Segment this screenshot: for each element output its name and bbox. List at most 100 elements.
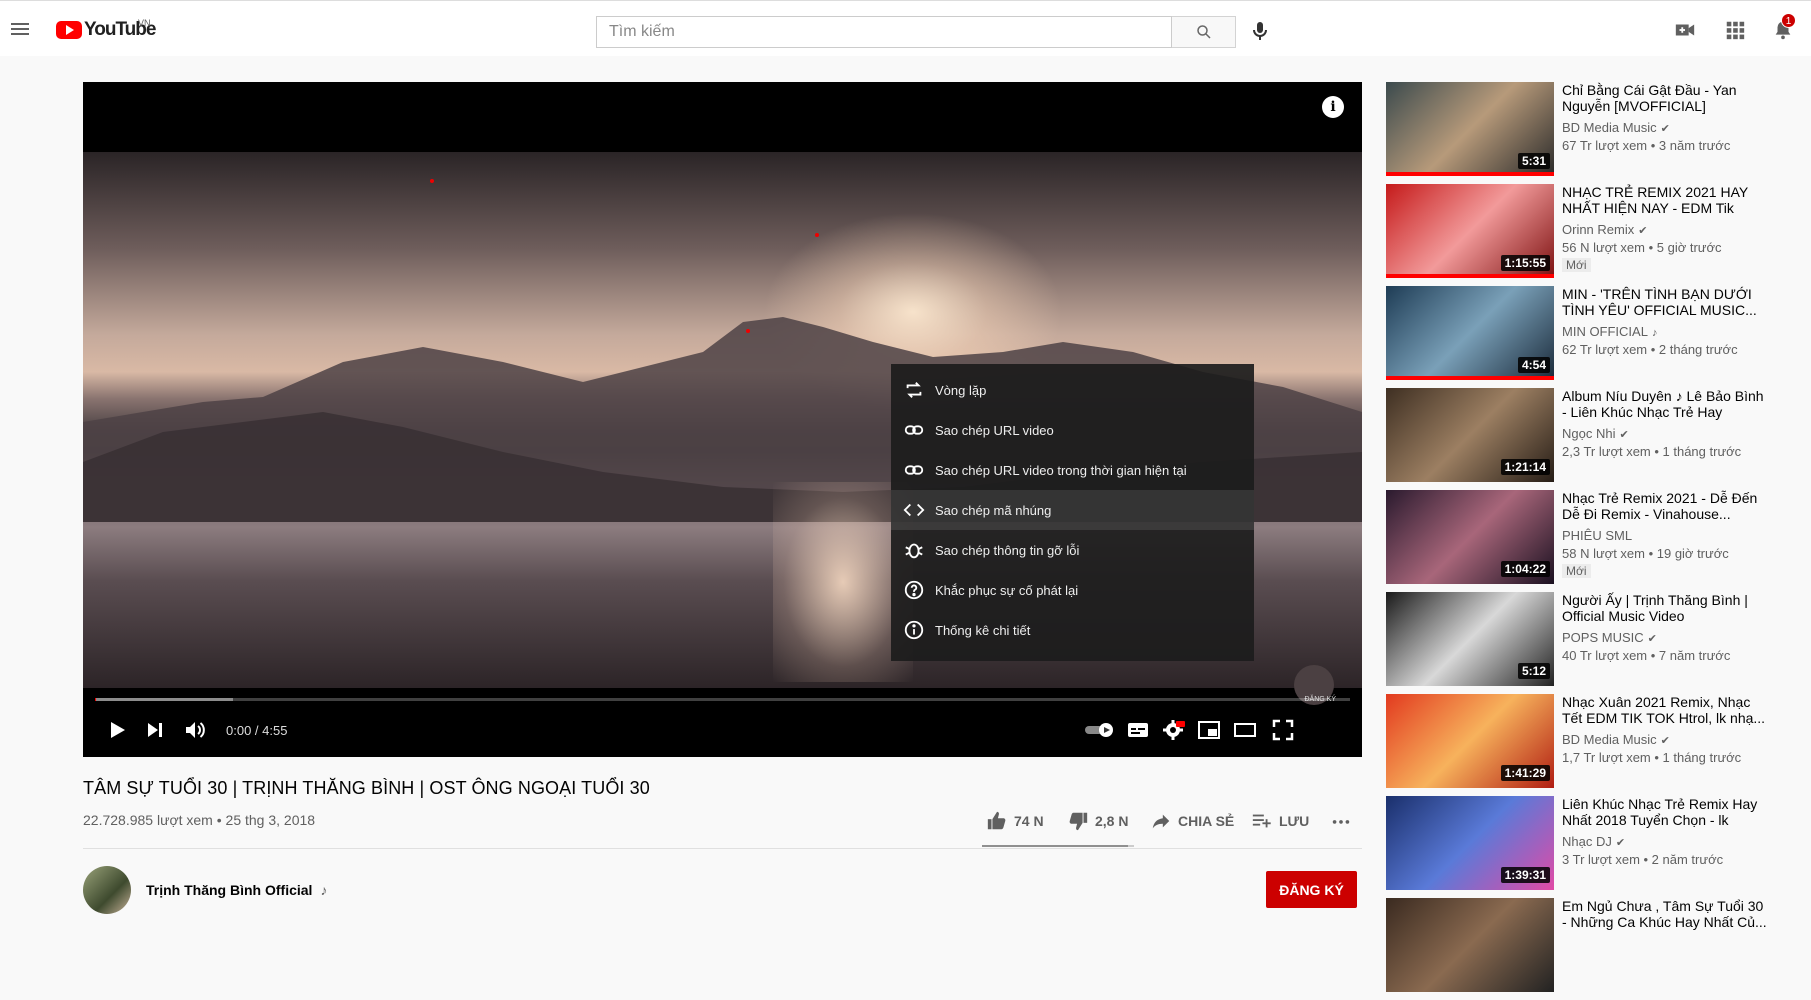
like-button[interactable]: 74 N <box>986 810 1044 832</box>
mute-button[interactable] <box>183 718 207 742</box>
recommendation-channel[interactable]: BD Media Music ✔ <box>1562 120 1670 135</box>
recommendation-title[interactable]: NHẠC TRẺ REMIX 2021 HAY NHẤT HIỆN NAY - … <box>1562 184 1767 216</box>
recommendation-channel[interactable]: POPS MUSIC ✔ <box>1562 630 1657 645</box>
recommendation-thumbnail[interactable] <box>1386 898 1554 992</box>
recommendation-channel[interactable]: MIN OFFICIAL ♪ <box>1562 324 1657 339</box>
recommendation-title[interactable]: Chỉ Bằng Cái Gật Đầu - Yan Nguyễn [MVOFF… <box>1562 82 1767 114</box>
recommendation-item[interactable]: 5:31 Chỉ Bằng Cái Gật Đầu - Yan Nguyễn [M… <box>1386 82 1796 184</box>
next-button[interactable] <box>143 718 167 742</box>
share-button[interactable]: CHIA SẺ <box>1150 810 1234 832</box>
recommendations-list: 5:31 Chỉ Bằng Cái Gật Đầu - Yan Nguyễn [M… <box>1386 82 1796 1000</box>
context-menu-label: Thống kê chi tiết <box>935 622 1031 638</box>
microphone-icon <box>1253 22 1267 40</box>
recommendation-thumbnail[interactable]: 1:39:31 <box>1386 796 1554 890</box>
progress-bar[interactable] <box>95 698 1350 701</box>
loop-icon <box>906 382 922 398</box>
recommendation-item[interactable]: 1:39:31 Liên Khúc Nhạc Trẻ Remix Hay Nhất… <box>1386 796 1796 898</box>
recommendation-item[interactable]: 1:04:22 Nhạc Trẻ Remix 2021 - Dễ Đến Dễ Đ… <box>1386 490 1796 592</box>
publish-date: 25 thg 3, 2018 <box>225 812 316 828</box>
miniplayer-button[interactable] <box>1197 718 1221 742</box>
recommendation-thumbnail[interactable]: 1:21:14 <box>1386 388 1554 482</box>
recommendation-thumbnail[interactable]: 5:12 <box>1386 592 1554 686</box>
context-menu-item-copy-url-at-time[interactable]: Sao chép URL video trong thời gian hiện … <box>891 450 1254 490</box>
recommendation-title[interactable]: Em Ngủ Chưa , Tâm Sự Tuổi 30 - Những Ca … <box>1562 898 1767 930</box>
save-button[interactable]: LƯU <box>1251 810 1309 832</box>
context-menu-item-stats[interactable]: Thống kê chi tiết <box>891 610 1254 650</box>
marker-dot <box>430 179 434 183</box>
verified-icon: ✔ <box>1660 735 1670 747</box>
watched-progress-bar <box>1386 274 1554 278</box>
recommendation-channel[interactable]: Nhạc DJ ✔ <box>1562 834 1625 849</box>
context-menu-item-copy-embed[interactable]: Sao chép mã nhúng <box>891 490 1254 530</box>
share-label: CHIA SẺ <box>1178 813 1235 829</box>
search-input[interactable] <box>596 16 1172 48</box>
recommendation-channel[interactable]: BD Media Music ✔ <box>1562 732 1670 747</box>
create-video-button[interactable] <box>1674 19 1696 46</box>
recommendation-item[interactable]: 1:21:14 Album Níu Duyên ♪ Lê Bảo Bình - L… <box>1386 388 1796 490</box>
recommendation-item[interactable]: Em Ngủ Chưa , Tâm Sự Tuổi 30 - Những Ca … <box>1386 898 1796 1000</box>
recommendation-title[interactable]: MIN - 'TRÊN TÌNH BẠN DƯỚI TÌNH YÊU' OFFI… <box>1562 286 1767 318</box>
dislike-button[interactable]: 2,8 N <box>1067 810 1128 832</box>
subtitles-button[interactable] <box>1126 718 1150 742</box>
context-menu-item-troubleshoot[interactable]: Khắc phục sự cố phát lại <box>891 570 1254 610</box>
subscribe-button[interactable]: ĐĂNG KÝ <box>1266 871 1357 908</box>
recommendation-thumbnail[interactable]: 1:15:55 <box>1386 184 1554 278</box>
fullscreen-icon <box>1272 719 1294 741</box>
recommendation-channel[interactable]: Orinn Remix ✔ <box>1562 222 1647 237</box>
youtube-logo[interactable]: YouTube VN <box>56 18 156 40</box>
recommendation-title[interactable]: Nhạc Xuân 2021 Remix, Nhạc Tết EDM TIK T… <box>1562 694 1767 726</box>
info-card-icon[interactable]: i <box>1322 96 1344 118</box>
duration-badge: 1:21:14 <box>1500 459 1550 475</box>
recommendation-thumbnail[interactable]: 1:04:22 <box>1386 490 1554 584</box>
duration-badge: 5:12 <box>1517 663 1550 679</box>
recommendation-channel[interactable]: PHIÊU SML <box>1562 528 1632 543</box>
embed-icon <box>903 503 925 517</box>
duration-badge: 1:15:55 <box>1500 255 1550 271</box>
recommendation-meta: 40 Tr lượt xem • 7 năm trước <box>1562 648 1731 663</box>
channel-avatar[interactable] <box>83 866 131 914</box>
recommendation-item[interactable]: 5:12 Người Ấy | Trịnh Thăng Bình | Offici… <box>1386 592 1796 694</box>
new-badge: Mới <box>1562 564 1591 578</box>
apps-button[interactable] <box>1724 19 1746 46</box>
recommendation-channel-name: BD Media Music <box>1562 120 1657 135</box>
context-menu-item-copy-debug[interactable]: Sao chép thông tin gỡ lỗi <box>891 530 1254 570</box>
guide-menu-icon[interactable] <box>8 17 32 41</box>
playlist-add-icon <box>1252 814 1271 828</box>
play-button[interactable] <box>105 718 129 742</box>
recommendation-title[interactable]: Người Ấy | Trịnh Thăng Bình | Official M… <box>1562 592 1767 624</box>
recommendation-thumbnail[interactable]: 4:54 <box>1386 286 1554 380</box>
recommendation-meta: 56 N lượt xem • 5 giờ trước <box>1562 240 1722 255</box>
video-player[interactable]: i ĐĂNG KÝ Vòng lặp Sao chép URL video Sa… <box>83 82 1362 757</box>
voice-search-button[interactable] <box>1248 19 1272 43</box>
recommendation-meta: 2,3 Tr lượt xem • 1 tháng trước <box>1562 444 1742 459</box>
recommendation-item[interactable]: 1:15:55 NHẠC TRẺ REMIX 2021 HAY NHẤT HIỆN… <box>1386 184 1796 286</box>
autoplay-toggle[interactable] <box>1083 718 1117 742</box>
duration-badge: 5:31 <box>1517 153 1550 169</box>
recommendation-title[interactable]: Album Níu Duyên ♪ Lê Bảo Bình - Liên Khú… <box>1562 388 1767 420</box>
settings-button[interactable] <box>1161 718 1185 742</box>
recommendation-channel[interactable]: Ngọc Nhi ✔ <box>1562 426 1629 441</box>
context-menu-item-loop[interactable]: Vòng lặp <box>891 370 1254 410</box>
video-title: TÂM SỰ TUỔI 30 | TRỊNH THĂNG BÌNH | OST … <box>83 778 650 798</box>
channel-name-link[interactable]: Trịnh Thăng Bình Official ♪ <box>146 882 327 898</box>
more-horizontal-icon <box>1332 820 1350 824</box>
recommendation-thumbnail[interactable]: 1:41:29 <box>1386 694 1554 788</box>
skip-next-icon <box>148 723 162 737</box>
recommendation-item[interactable]: 1:41:29 Nhạc Xuân 2021 Remix, Nhạc Tết ED… <box>1386 694 1796 796</box>
thumbs-down-icon <box>1069 812 1088 831</box>
video-meta: 22.728.985 lượt xem • 25 thg 3, 2018 <box>83 812 316 828</box>
recommendation-channel-name: MIN OFFICIAL <box>1562 324 1648 339</box>
notification-count-badge: 1 <box>1781 13 1796 28</box>
recommendation-title[interactable]: Liên Khúc Nhạc Trẻ Remix Hay Nhất 2018 T… <box>1562 796 1767 828</box>
recommendation-item[interactable]: 4:54 MIN - 'TRÊN TÌNH BẠN DƯỚI TÌNH YÊU' … <box>1386 286 1796 388</box>
thumbs-up-icon <box>987 811 1006 830</box>
search-button[interactable] <box>1172 16 1236 48</box>
more-actions-button[interactable] <box>1330 810 1352 832</box>
recommendation-title[interactable]: Nhạc Trẻ Remix 2021 - Dễ Đến Dễ Đi Remix… <box>1562 490 1767 522</box>
gear-icon <box>1163 720 1185 740</box>
theater-mode-button[interactable] <box>1233 718 1257 742</box>
context-menu-item-copy-url[interactable]: Sao chép URL video <box>891 410 1254 450</box>
fullscreen-button[interactable] <box>1271 718 1295 742</box>
verified-icon: ✔ <box>1647 633 1657 645</box>
recommendation-thumbnail[interactable]: 5:31 <box>1386 82 1554 176</box>
